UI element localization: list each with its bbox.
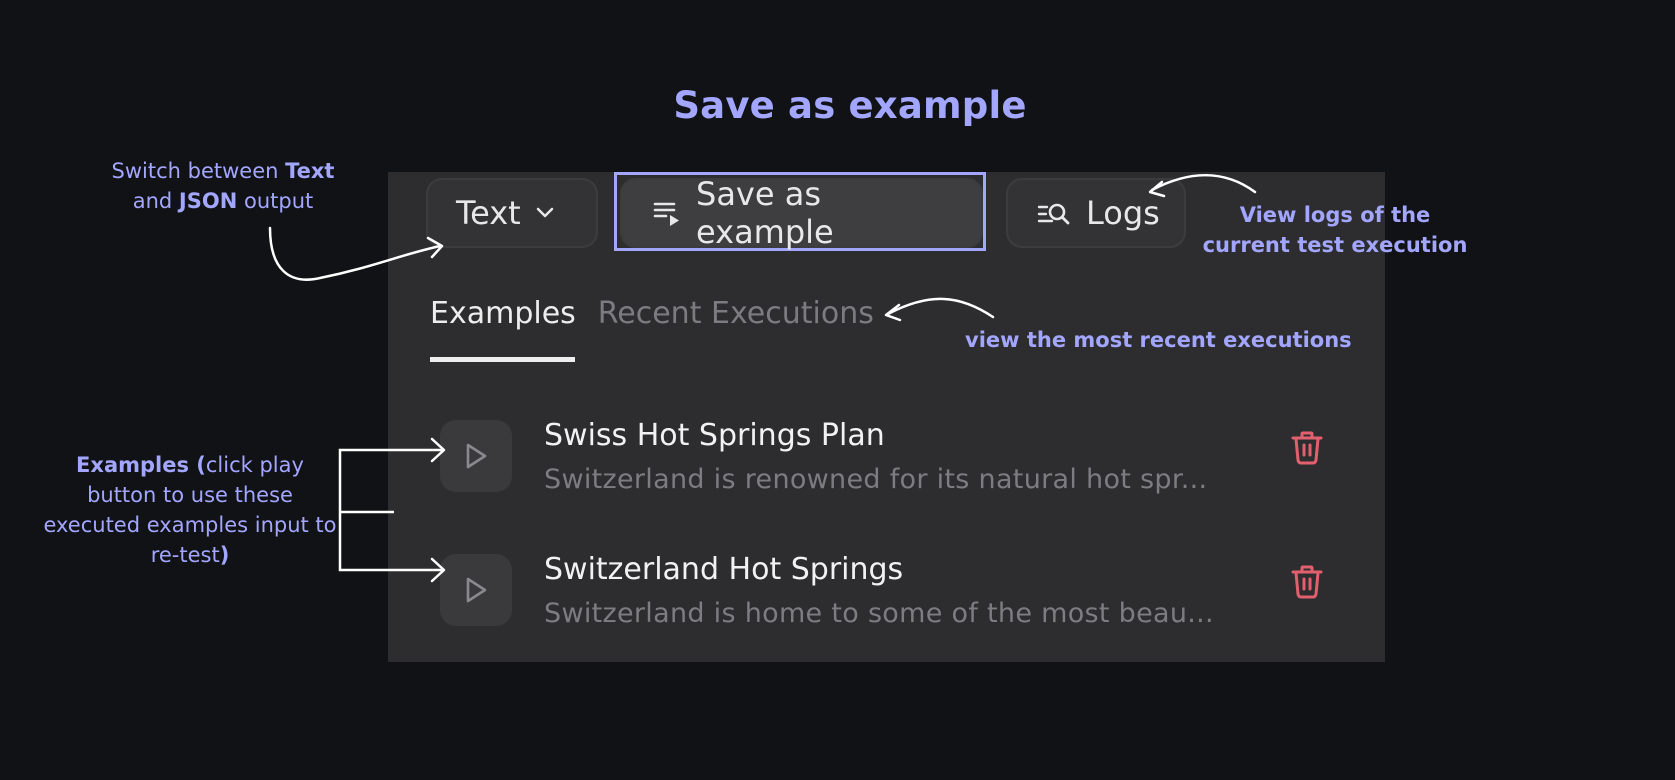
page-title: Save as example (673, 84, 1027, 127)
example-description: Switzerland is home to some of the most … (544, 598, 1214, 629)
active-tab-indicator (430, 357, 575, 362)
delete-button[interactable] (1290, 430, 1324, 471)
example-title: Swiss Hot Springs Plan (544, 418, 885, 453)
save-as-example-label: Save as example (696, 175, 834, 251)
play-icon (466, 443, 487, 469)
play-icon (466, 577, 487, 603)
example-description: Switzerland is renowned for its natural … (544, 464, 1208, 495)
annotation-bold-examples: Examples ( (76, 453, 206, 477)
annotation-format-switch: Switch between Text and JSON output (88, 156, 358, 216)
play-button[interactable] (440, 420, 512, 492)
annotation-close-paren: ) (219, 543, 230, 567)
annotation-bold-text: Text (285, 159, 335, 183)
annotation-text: Switch between (111, 159, 286, 183)
output-format-value: Text (456, 194, 521, 232)
example-title: Switzerland Hot Springs (544, 552, 904, 587)
annotation-examples: Examples (click play button to use these… (40, 450, 340, 570)
tab-recent-executions[interactable]: Recent Executions (598, 296, 874, 331)
tab-bar: Examples Recent Executions (430, 296, 874, 331)
trash-icon (1291, 431, 1323, 465)
example-row: Switzerland Hot Springs Switzerland is h… (440, 552, 1340, 644)
tab-examples[interactable]: Examples (430, 296, 576, 331)
annotation-recent-executions: view the most recent executions (965, 328, 1352, 352)
delete-button[interactable] (1290, 564, 1324, 605)
output-format-select[interactable]: Text (426, 178, 598, 248)
trash-icon (1291, 565, 1323, 599)
annotation-text: and (132, 189, 179, 213)
chevron-down-icon (536, 207, 553, 218)
annotation-text: output (237, 189, 314, 213)
example-row: Swiss Hot Springs Plan Switzerland is re… (440, 418, 1340, 510)
annotation-logs: View logs of the current test execution (1202, 203, 1468, 257)
list-search-icon (1037, 203, 1070, 225)
save-as-example-button[interactable]: Save as example (620, 175, 983, 251)
playlist-play-icon (653, 202, 679, 226)
logs-button[interactable]: Logs (1006, 178, 1186, 248)
logs-label: Logs (1086, 194, 1160, 232)
play-button[interactable] (440, 554, 512, 626)
annotation-bold-json: JSON (178, 189, 238, 213)
